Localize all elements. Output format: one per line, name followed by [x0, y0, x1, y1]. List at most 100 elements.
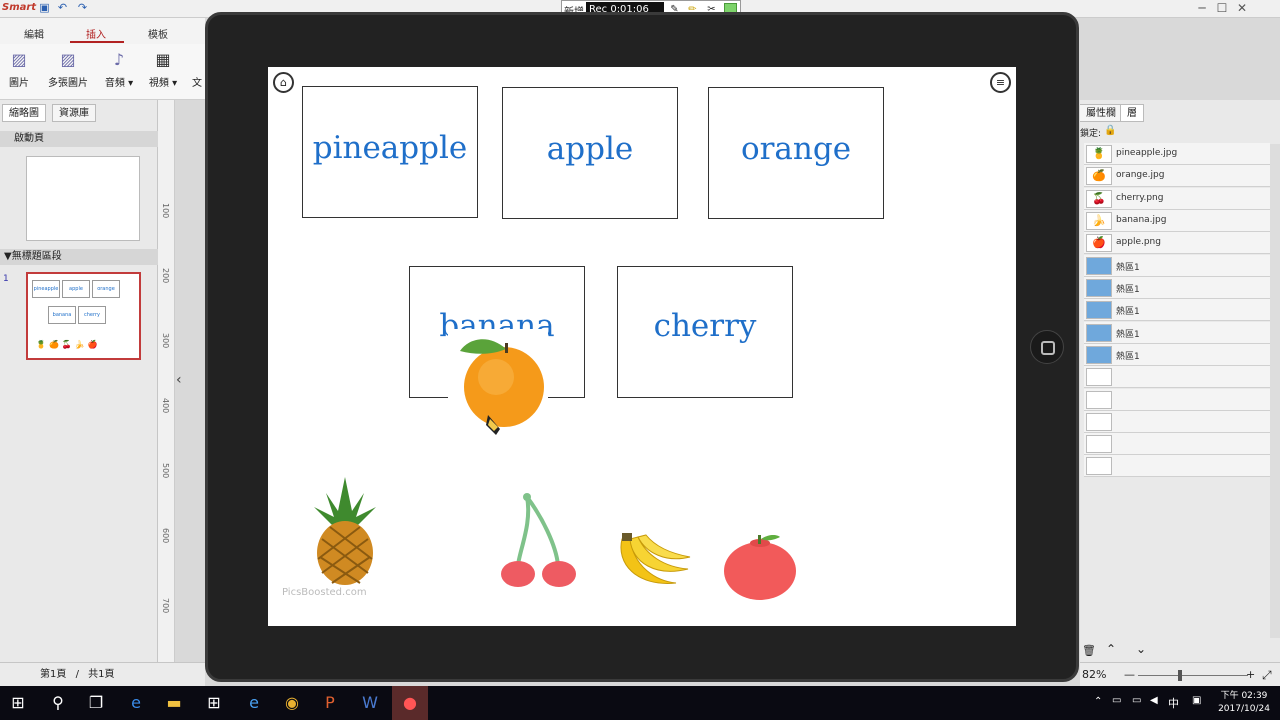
banana-thumb-icon: 🍌 [1086, 212, 1112, 230]
tab-properties[interactable]: 屬性欄 [1080, 104, 1123, 122]
edge-icon[interactable]: e [118, 686, 154, 720]
recorder-app-icon[interactable]: ● [392, 686, 428, 720]
text-button[interactable]: 文 [190, 50, 204, 89]
layer-row[interactable] [1084, 411, 1270, 433]
network-icon[interactable]: ▭ [1112, 695, 1121, 706]
chrome-icon[interactable]: ◉ [274, 686, 310, 720]
windows-start-icon[interactable]: ⊞ [0, 686, 36, 720]
status-bar: 第1頁 / 共1頁 [0, 662, 205, 686]
layer-row[interactable]: 熱區1 [1084, 299, 1270, 321]
slide-thumbnail[interactable]: pineapple apple orange banana cherry 🍍🍊🍒… [26, 272, 141, 360]
ie-icon[interactable]: e [236, 686, 272, 720]
layer-row[interactable]: 熱區1 [1084, 344, 1270, 366]
audio-button[interactable]: ♪ 音頻 ▾ [100, 50, 138, 89]
text-thumb-icon [1086, 368, 1112, 386]
minimize-button[interactable]: ─ [1192, 1, 1212, 15]
maximize-button[interactable]: ☐ [1212, 1, 1232, 15]
hotspot-thumb-icon [1086, 324, 1112, 342]
ime-tool-icon[interactable]: ▣ [1192, 695, 1201, 706]
layer-row[interactable] [1084, 433, 1270, 455]
banana-image[interactable] [616, 533, 692, 589]
zoom-in-button[interactable]: + [1246, 663, 1255, 687]
music-note-icon: ♪ [113, 50, 125, 69]
zoom-slider[interactable] [1138, 675, 1248, 676]
store-icon[interactable]: ⊞ [196, 686, 232, 720]
zoom-bar: 82% — + ⤢ [1080, 662, 1280, 686]
tablet-home-button[interactable] [1030, 330, 1064, 364]
taskbar: ⊞ ⚲ ❐ e ▬ ⊞ e ◉ P W ● ⌃ ▭ ▭ ◀ 中 ▣ 下午 02:… [0, 686, 1280, 720]
layer-row[interactable]: 🍍 pineapple.jpg [1084, 143, 1270, 165]
slide-canvas[interactable]: ⌂ ≡ pineapple apple orange banana cherry… [268, 67, 1016, 626]
pineapple-image[interactable] [308, 473, 382, 585]
word-box-apple[interactable]: apple [502, 87, 678, 219]
close-button[interactable]: ✕ [1232, 1, 1252, 15]
move-down-icon[interactable]: ⌄ [1136, 642, 1146, 656]
lock-icon[interactable]: 🔒 [1104, 125, 1116, 136]
tab-layers[interactable]: 層 [1120, 104, 1144, 122]
slide-number: 1 [3, 274, 9, 284]
picture-button[interactable]: ▨ 圖片 [0, 50, 38, 89]
word-box-cherry[interactable]: cherry [617, 266, 793, 398]
layer-row[interactable]: 熱區1 [1084, 255, 1270, 277]
layers-panel: 屬性欄 層 鎖定: 🔒 🍍 pineapple.jpg 🍊 orange.jpg 🍒… [1080, 100, 1280, 662]
layer-row[interactable]: 🍌 banana.jpg [1084, 210, 1270, 232]
tab-edit[interactable]: 編輯 [24, 26, 44, 41]
text-thumb-icon [1086, 413, 1112, 431]
orange-image[interactable] [448, 329, 548, 447]
tab-thumbnails[interactable]: 縮略圖 [2, 104, 46, 122]
ribbon-tabs: 編輯 插入 模板 [0, 18, 205, 44]
word-box-orange[interactable]: orange [708, 87, 884, 219]
file-explorer-icon[interactable]: ▬ [156, 686, 192, 720]
ime-indicator[interactable]: 中 [1168, 695, 1179, 711]
powerpoint-icon[interactable]: P [312, 686, 348, 720]
video-button[interactable]: ▦ 視頻 ▾ [144, 50, 182, 89]
zoom-out-button[interactable]: — [1124, 663, 1135, 687]
tab-insert[interactable]: 插入 [86, 26, 106, 41]
redo-icon[interactable]: ↷ [76, 2, 89, 14]
tab-resources[interactable]: 資源庫 [52, 104, 96, 122]
layer-row[interactable]: 🍒 cherry.png [1084, 188, 1270, 210]
picture-icon: ▨ [11, 50, 27, 69]
volume-icon[interactable]: ◀ [1150, 695, 1158, 706]
vertical-ruler: 100 200 300 400 500 600 700 [158, 100, 175, 662]
menu-list-icon[interactable]: ≡ [990, 72, 1011, 93]
undo-icon[interactable]: ↶ [56, 2, 69, 14]
home-icon[interactable]: ⌂ [273, 72, 294, 93]
watermark: PicsBoosted.com [282, 587, 367, 598]
cherry-image[interactable] [496, 493, 580, 589]
search-icon[interactable]: ⚲ [40, 686, 76, 720]
fit-page-icon[interactable]: ⤢ [1262, 663, 1272, 687]
clock[interactable]: 下午 02:39 2017/10/24 [1214, 690, 1274, 716]
delete-layer-icon[interactable]: 🗑 [1082, 644, 1096, 657]
tab-template[interactable]: 模板 [148, 26, 168, 41]
section-start-page[interactable]: 啟動頁 [0, 131, 158, 147]
multi-picture-icon: ▨ [60, 50, 76, 69]
hotspot-thumb-icon [1086, 257, 1112, 275]
section-untitled[interactable]: ▼無標題區段 [0, 249, 158, 265]
layer-row[interactable]: 熱區1 [1084, 277, 1270, 299]
apple-image[interactable] [720, 533, 800, 601]
text-thumb-icon [1086, 435, 1112, 453]
display-icon[interactable]: ▭ [1132, 695, 1141, 706]
total-pages: 共1頁 [88, 669, 115, 680]
zoom-slider-handle[interactable] [1178, 670, 1182, 681]
collapse-panel-icon[interactable]: ‹ [176, 372, 182, 388]
layer-row[interactable] [1084, 455, 1270, 477]
save-icon[interactable]: ▣ [38, 2, 51, 14]
layer-row[interactable]: 🍊 orange.jpg [1084, 165, 1270, 187]
orange-thumb-icon: 🍊 [1086, 167, 1112, 185]
layers-scrollbar[interactable] [1270, 144, 1280, 638]
move-up-icon[interactable]: ⌃ [1106, 642, 1116, 656]
layer-row[interactable] [1084, 389, 1270, 411]
tray-expand-icon[interactable]: ⌃ [1094, 696, 1102, 707]
layer-row[interactable] [1084, 366, 1270, 388]
start-page-thumbnail[interactable] [26, 156, 140, 241]
word-icon[interactable]: W [352, 686, 388, 720]
task-view-icon[interactable]: ❐ [78, 686, 114, 720]
multi-picture-button[interactable]: ▨ 多張圖片 [42, 50, 94, 89]
current-page: 第1頁 [40, 669, 67, 680]
layer-row[interactable]: 🍎 apple.png [1084, 232, 1270, 254]
ribbon: ▨ 圖片 ▨ 多張圖片 ♪ 音頻 ▾ ▦ 視頻 ▾ 文 [0, 44, 205, 100]
layer-row[interactable]: 熱區1 [1084, 322, 1270, 344]
word-box-pineapple[interactable]: pineapple [302, 86, 478, 218]
